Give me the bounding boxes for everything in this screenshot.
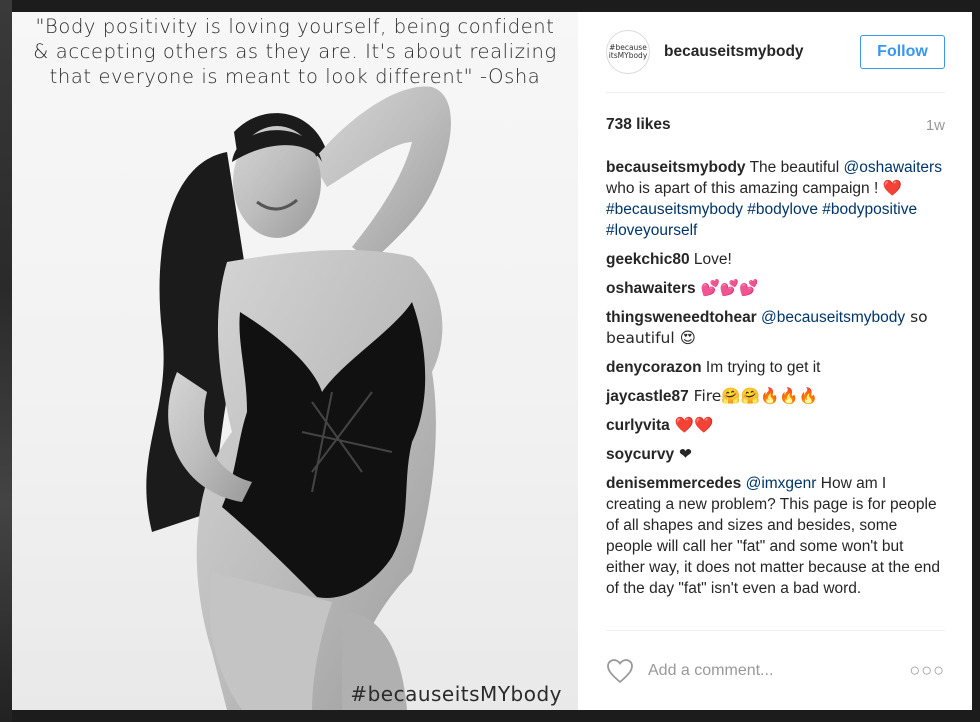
follow-button[interactable]: Follow — [860, 35, 945, 69]
post-stats: 738 likes 1w — [606, 93, 945, 157]
comment-text: How am I creating a new problem? This pa… — [606, 475, 941, 597]
comment-text: 💕💕💕 — [695, 279, 759, 297]
list-item: jaycastle87 Fire🤗🤗🔥🔥🔥 — [606, 386, 945, 407]
quote-line: "Body positivity is loving yourself, bei… — [35, 15, 555, 38]
post-photo[interactable]: "Body positivity is loving yourself, bei… — [12, 12, 578, 710]
comment-text: Im trying to get it — [701, 359, 821, 376]
comment-username[interactable]: denycorazon — [606, 359, 702, 376]
likes-count[interactable]: 738 likes — [606, 116, 926, 134]
instagram-post-modal: "Body positivity is loving yourself, bei… — [12, 12, 972, 710]
heart-emoji: ❤️ — [882, 179, 902, 197]
comment-text: Love! — [689, 251, 732, 268]
post-time[interactable]: 1w — [926, 117, 945, 134]
comment-text: ❤️❤️ — [669, 416, 714, 434]
add-comment-input[interactable]: Add a comment... — [648, 662, 909, 680]
photo-hashtag: #becauseitsMYbody — [350, 682, 562, 706]
post-header: #because itsMYbody becauseitsmybody Foll… — [606, 12, 945, 93]
caption-text: who is apart of this amazing campaign ! — [606, 180, 883, 197]
caption-text: The beautiful — [745, 159, 844, 176]
model-photo — [146, 86, 451, 710]
comment-footer: Add a comment... ○○○ — [606, 630, 945, 710]
comments-list: becauseitsmybody The beautiful @oshawait… — [606, 157, 945, 607]
post-side-panel: #because itsMYbody becauseitsmybody Foll… — [578, 12, 972, 710]
caption: becauseitsmybody The beautiful @oshawait… — [606, 157, 945, 241]
avatar[interactable]: #because itsMYbody — [606, 30, 650, 74]
list-item: curlyvita ❤️❤️ — [606, 415, 945, 436]
quote-line: & accepting others as they are. It's abo… — [33, 40, 557, 63]
post-username[interactable]: becauseitsmybody — [664, 43, 860, 61]
list-item: denycorazon Im trying to get it — [606, 357, 945, 378]
list-item: thingsweneedtohear @becauseitsmybody so … — [606, 307, 945, 349]
photo-quote: "Body positivity is loving yourself, bei… — [12, 14, 578, 89]
mention-link[interactable]: @becauseitsmybody — [757, 309, 905, 326]
list-item: denisemmercedes @imxgenr How am I creati… — [606, 473, 945, 599]
list-item: soycurvy ❤ — [606, 444, 945, 465]
comment-username[interactable]: curlyvita — [606, 417, 670, 434]
background-strip — [0, 0, 12, 722]
list-item: oshawaiters 💕💕💕 — [606, 278, 945, 299]
comment-username[interactable]: denisemmercedes — [606, 475, 741, 492]
comment-username[interactable]: thingsweneedtohear — [606, 309, 757, 326]
comment-text: Fire🤗🤗🔥🔥🔥 — [688, 387, 818, 405]
comment-username[interactable]: geekchic80 — [606, 251, 690, 268]
hashtag-links[interactable]: #becauseitsmybody #bodylove #bodypositiv… — [606, 201, 917, 239]
quote-line: that everyone is meant to look different… — [49, 65, 541, 88]
comment-username[interactable]: oshawaiters — [606, 280, 696, 297]
list-item: geekchic80 Love! — [606, 249, 945, 270]
mention-link[interactable]: @imxgenr — [741, 475, 817, 492]
comment-username[interactable]: jaycastle87 — [606, 388, 689, 405]
comment-text: ❤ — [674, 445, 692, 463]
heart-outline-icon[interactable] — [606, 658, 634, 684]
mention-link[interactable]: @oshawaiters — [844, 159, 942, 176]
comment-username[interactable]: becauseitsmybody — [606, 159, 746, 176]
comment-username[interactable]: soycurvy — [606, 446, 674, 463]
avatar-text: itsMYbody — [608, 51, 648, 60]
more-options-icon[interactable]: ○○○ — [909, 660, 945, 681]
